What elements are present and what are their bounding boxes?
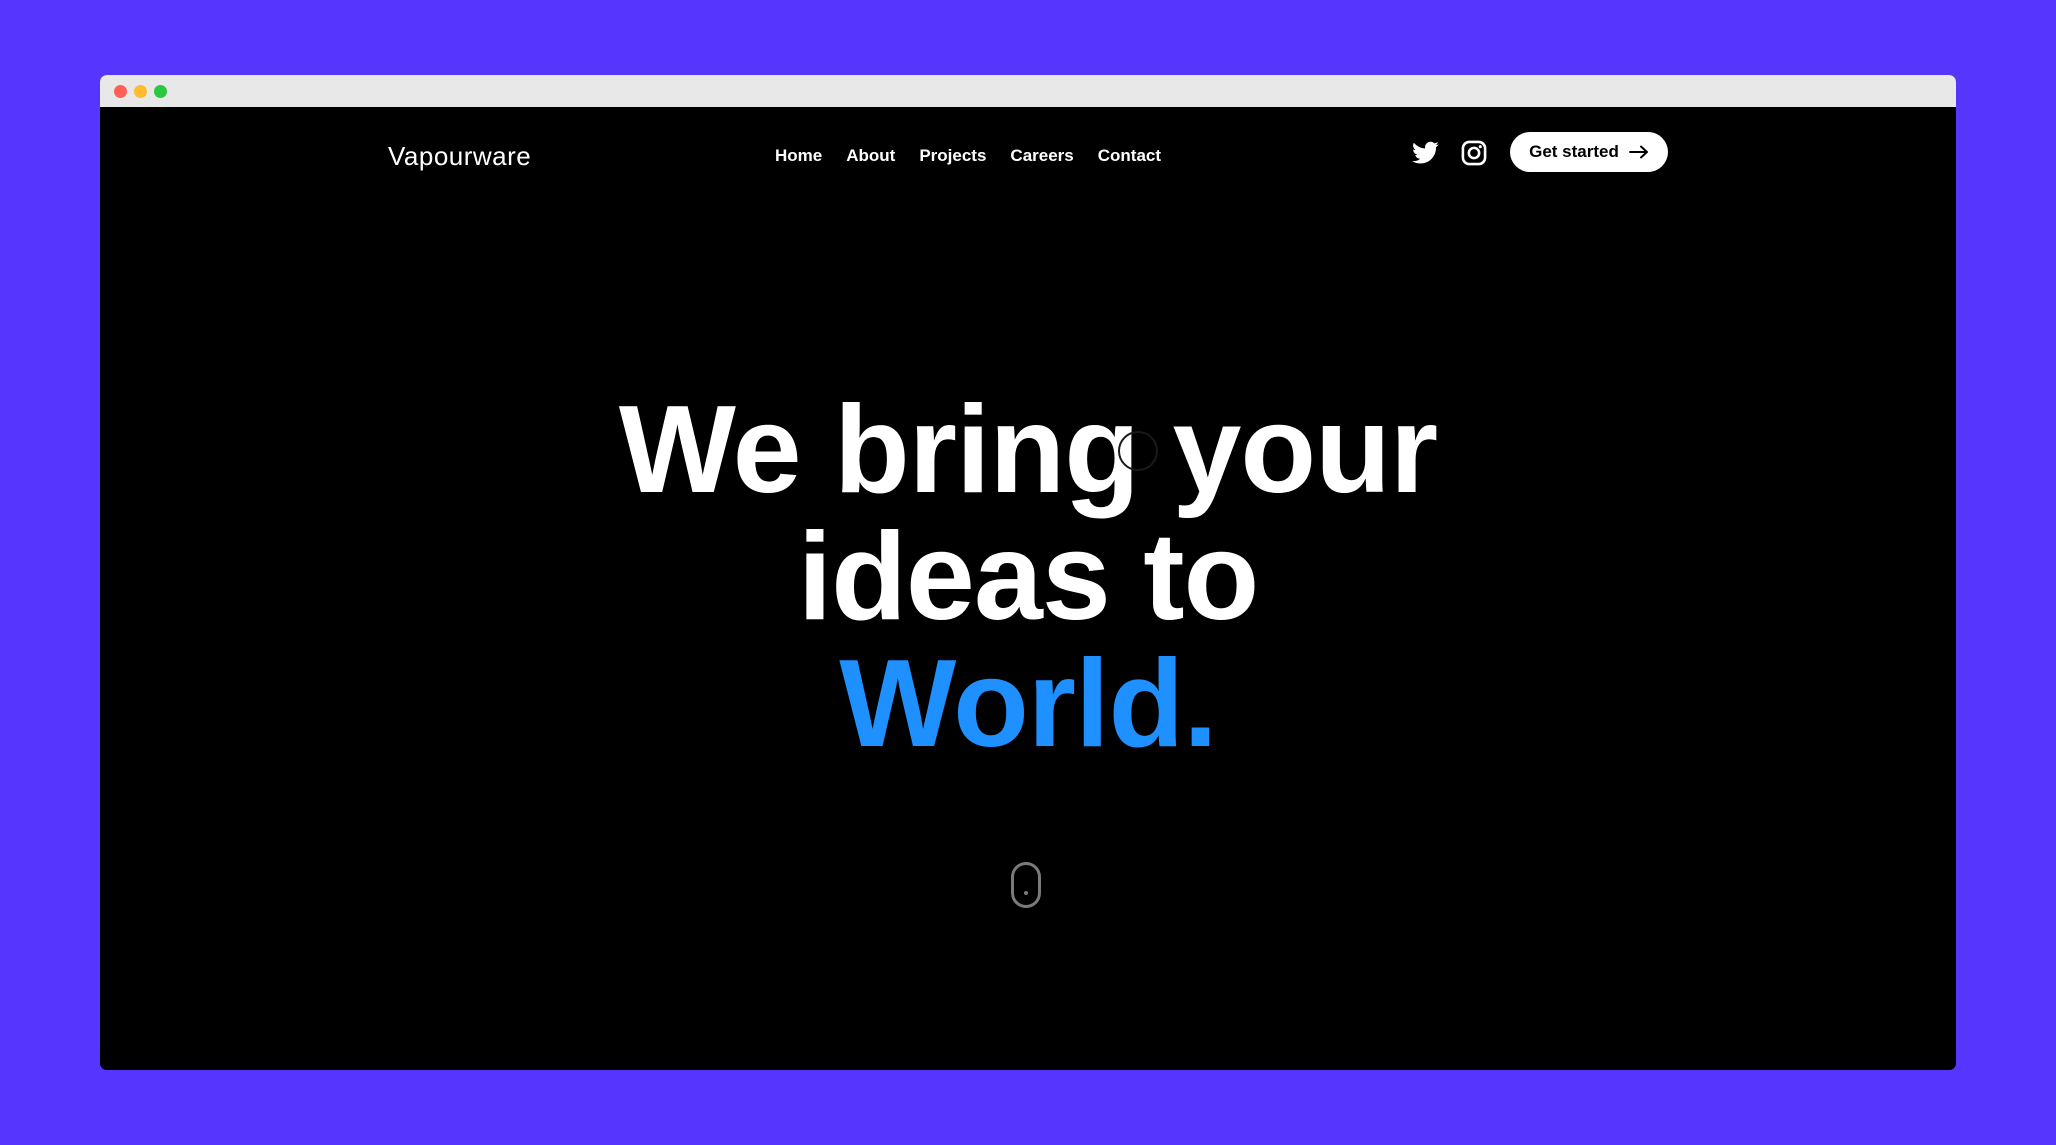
nav-item-about[interactable]: About: [846, 146, 895, 166]
nav-item-careers[interactable]: Careers: [1010, 146, 1073, 166]
mouse-scroll-icon[interactable]: [1011, 862, 1041, 908]
hero-line-2: ideas to: [797, 508, 1260, 646]
browser-window: Vapourware Home About Projects Careers C…: [100, 75, 1956, 1070]
get-started-label: Get started: [1529, 142, 1619, 161]
maximize-window-button[interactable]: [154, 85, 167, 98]
close-window-button[interactable]: [114, 85, 127, 98]
scroll-wheel-dot: [1024, 891, 1028, 895]
nav-item-home[interactable]: Home: [775, 146, 822, 166]
arrow-right-icon: [1628, 145, 1648, 159]
hero-line-1: We bring your: [618, 381, 1438, 519]
nav-item-contact[interactable]: Contact: [1098, 146, 1161, 166]
main-nav: Home About Projects Careers Contact: [775, 146, 1161, 166]
browser-titlebar: [100, 75, 1956, 107]
twitter-icon[interactable]: [1412, 139, 1440, 167]
get-started-button[interactable]: Get started: [1510, 132, 1668, 172]
cursor-ring: [1118, 431, 1158, 471]
hero-line-3: World.: [839, 635, 1217, 773]
page-viewport: Vapourware Home About Projects Careers C…: [100, 107, 1956, 1070]
minimize-window-button[interactable]: [134, 85, 147, 98]
nav-item-projects[interactable]: Projects: [919, 146, 986, 166]
hero-headline: We bring your ideas to World.: [100, 387, 1956, 768]
site-logo[interactable]: Vapourware: [388, 141, 531, 172]
instagram-icon[interactable]: [1460, 139, 1488, 167]
